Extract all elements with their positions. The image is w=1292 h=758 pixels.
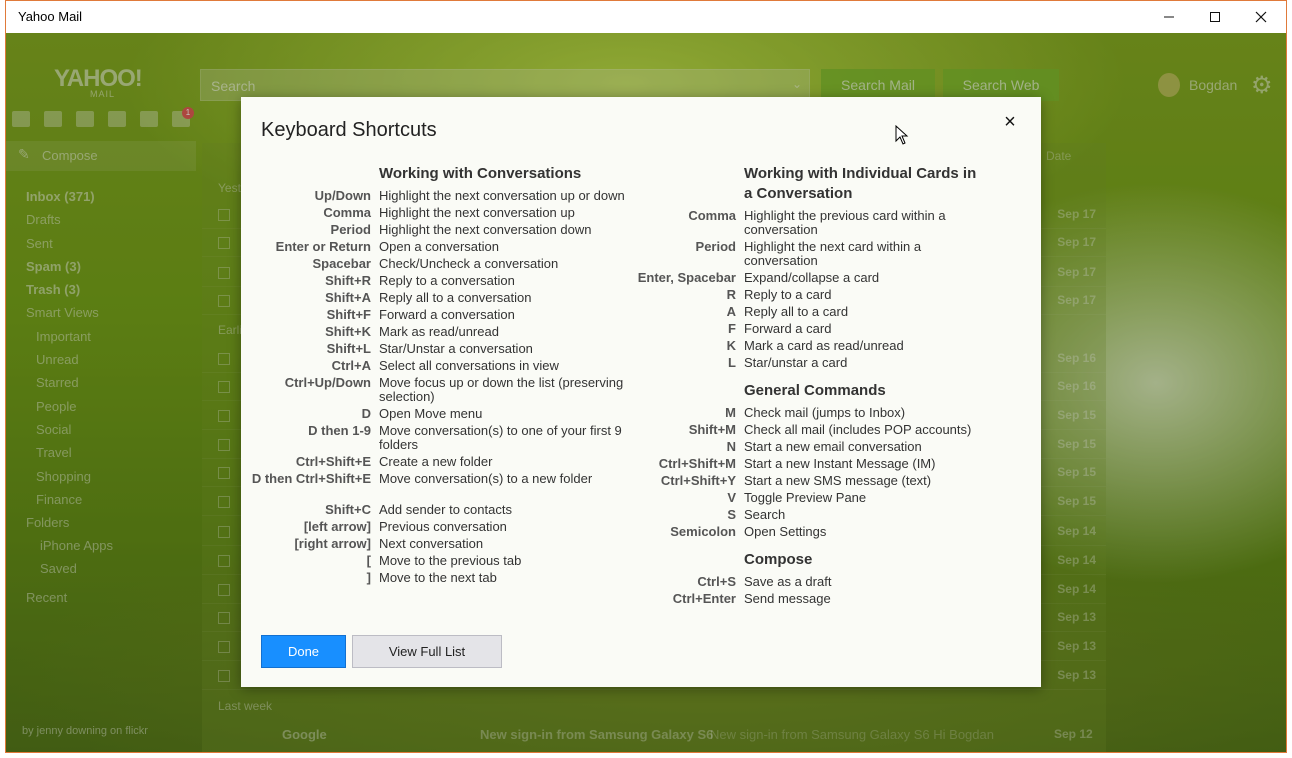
shortcut-key: S (727, 507, 736, 522)
shortcut-description: Start a new Instant Message (IM) (744, 456, 936, 471)
shortcut-description: Toggle Preview Pane (744, 490, 867, 505)
shortcut-key: Enter, Spacebar (637, 270, 736, 285)
section-title: Working with Conversations (379, 165, 582, 182)
shortcut-description: Reply to a card (744, 287, 832, 302)
shortcut-key: Semicolon (670, 524, 736, 539)
shortcut-description: Next conversation (379, 536, 484, 551)
shortcut-key: A (726, 304, 736, 319)
shortcut-key: Shift+L (326, 341, 371, 356)
section-title: Compose (744, 551, 813, 568)
dialog-title: Keyboard Shortcuts (261, 119, 437, 141)
shortcut-key: [right arrow] (294, 536, 371, 551)
window-title: Yahoo Mail (18, 9, 83, 24)
shortcut-description: Highlight the previous card within a con… (744, 208, 946, 237)
mouse-cursor-icon (895, 125, 909, 145)
shortcut-key: D then Ctrl+Shift+E (251, 471, 371, 486)
minimize-icon (1164, 16, 1174, 18)
shortcut-description: Check/Uncheck a conversation (379, 256, 559, 271)
shortcut-description: Start a new email conversation (744, 439, 922, 454)
shortcut-key: Shift+A (325, 290, 371, 305)
shortcut-key: Shift+M (688, 422, 736, 437)
view-full-list-button[interactable]: View Full List (352, 635, 502, 668)
shortcut-description: Move to the previous tab (379, 553, 522, 568)
shortcut-key: L (728, 355, 736, 370)
shortcut-key: Ctrl+Shift+M (658, 456, 736, 471)
keyboard-shortcuts-dialog: Keyboard Shortcuts × Working with Conver… (241, 97, 1041, 687)
shortcut-key: Enter or Return (275, 239, 371, 254)
section-title: General Commands (744, 382, 886, 399)
shortcut-key: Ctrl+Enter (672, 591, 736, 606)
shortcut-key: Period (330, 222, 371, 237)
shortcut-description: Move focus up or down the list (preservi… (379, 375, 624, 404)
shortcut-description: Send message (744, 591, 831, 606)
shortcut-key: R (726, 287, 736, 302)
section-title: Working with Individual Cards in a Conve… (744, 165, 977, 202)
title-bar: Yahoo Mail (6, 1, 1286, 33)
shortcut-key: Shift+F (326, 307, 371, 322)
shortcut-key: Ctrl+Shift+E (295, 454, 371, 469)
shortcut-key: Ctrl+S (697, 574, 736, 589)
shortcut-key: D then 1-9 (308, 423, 371, 438)
maximize-button[interactable] (1192, 1, 1238, 33)
done-button[interactable]: Done (261, 635, 346, 668)
shortcut-key: Shift+C (325, 502, 371, 517)
shortcut-key: [left arrow] (303, 519, 371, 534)
shortcut-description: Highlight the next card within a convers… (744, 239, 922, 268)
shortcut-key: Up/Down (314, 188, 371, 203)
shortcut-description: Mark a card as read/unread (744, 338, 904, 353)
shortcut-description: Highlight the next conversation down (379, 222, 592, 237)
shortcut-key: [ (366, 553, 371, 568)
shortcut-key: Ctrl+A (331, 358, 371, 373)
shortcut-description: Highlight the next conversation up or do… (379, 188, 625, 203)
shortcut-key: F (728, 321, 736, 336)
shortcut-key: Spacebar (312, 256, 371, 271)
shortcut-key: K (726, 338, 736, 353)
shortcut-description: Save as a draft (744, 574, 832, 589)
shortcut-key: N (726, 439, 736, 454)
shortcut-key: V (727, 490, 736, 505)
window-close-button[interactable] (1238, 1, 1284, 33)
shortcut-description: Reply all to a card (744, 304, 849, 319)
shortcut-description: Check mail (jumps to Inbox) (744, 405, 906, 420)
shortcut-key: Shift+K (325, 324, 371, 339)
shortcut-key: Ctrl+Up/Down (284, 375, 371, 390)
maximize-icon (1210, 12, 1220, 22)
shortcut-key: Ctrl+Shift+Y (660, 473, 736, 488)
shortcut-key: D (361, 406, 371, 421)
shortcut-description: Expand/collapse a card (744, 270, 880, 285)
shortcut-description: Forward a card (744, 321, 832, 336)
shortcut-key: M (725, 405, 736, 420)
shortcut-description: Start a new SMS message (text) (744, 473, 932, 488)
shortcut-description: Open Settings (744, 524, 827, 539)
close-icon[interactable]: × (997, 109, 1023, 135)
shortcut-description: Search (744, 507, 786, 522)
shortcut-key: Shift+R (325, 273, 371, 288)
shortcut-key: Comma (323, 205, 371, 220)
shortcut-key: Period (695, 239, 736, 254)
minimize-button[interactable] (1146, 1, 1192, 33)
shortcut-key: Comma (688, 208, 736, 223)
close-icon (1255, 11, 1267, 23)
shortcut-key: ] (366, 570, 371, 585)
shortcut-description: Star/unstar a card (744, 355, 848, 370)
shortcut-description: Check all mail (includes POP accounts) (744, 422, 972, 437)
